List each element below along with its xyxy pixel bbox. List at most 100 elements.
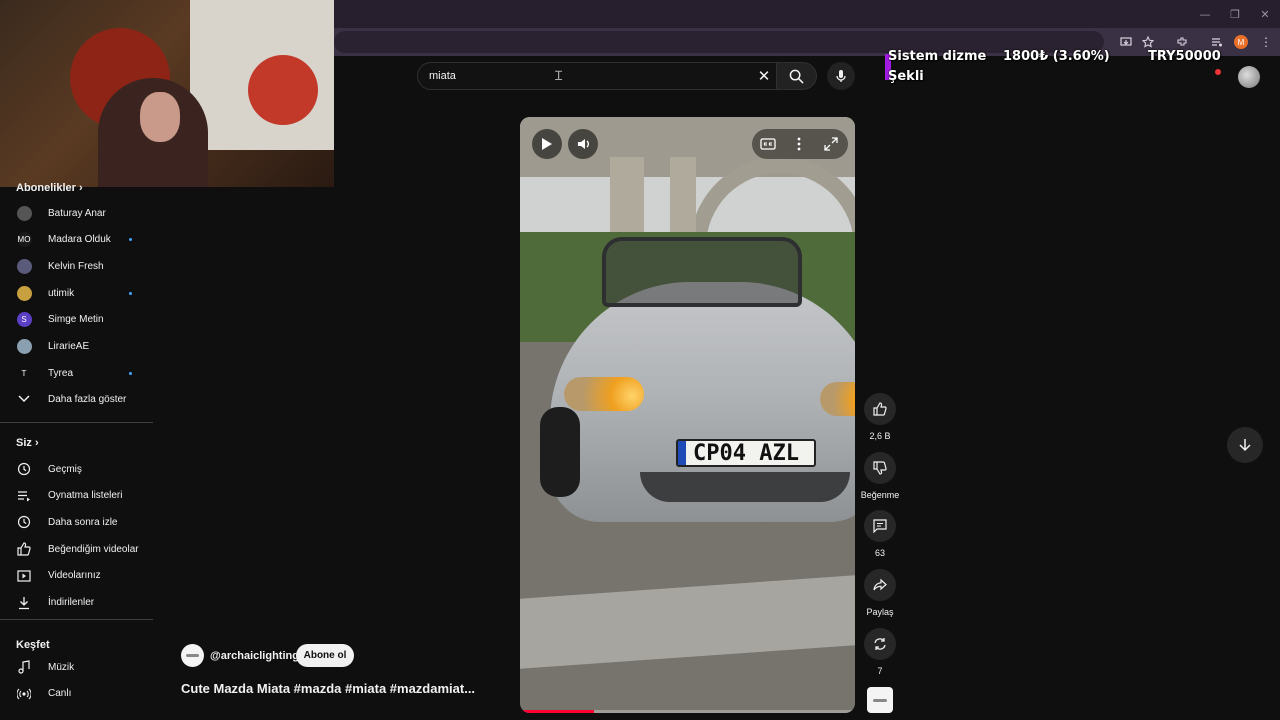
sidebar-divider bbox=[0, 422, 153, 423]
sidebar-channel-label: Baturay Anar bbox=[48, 207, 106, 219]
channel-avatar-initial: T bbox=[16, 365, 32, 381]
sidebar-item-label: Canlı bbox=[48, 688, 72, 700]
history-icon bbox=[16, 461, 32, 477]
sidebar-channel-item[interactable]: Kelvin Fresh bbox=[0, 253, 155, 279]
explore-heading: Keşfet bbox=[16, 639, 50, 651]
video-progress-bar[interactable] bbox=[520, 710, 855, 713]
shorts-video-player[interactable]: CP04 AZL bbox=[520, 117, 855, 713]
ticker-label-line1: Sistem dizme bbox=[888, 49, 987, 64]
sidebar-channel-item[interactable]: Baturay Anar bbox=[0, 200, 155, 226]
channel-avatar-initial bbox=[16, 258, 32, 274]
bookmark-star-icon[interactable] bbox=[1140, 34, 1156, 50]
channel-avatar-icon: MO bbox=[16, 232, 32, 248]
show-more-button[interactable]: Daha fazla göster bbox=[0, 386, 155, 412]
channel-avatar[interactable] bbox=[181, 644, 204, 667]
search-input[interactable]: miata bbox=[417, 62, 777, 90]
sidebar-item-liked[interactable]: Beğendiğim videolar bbox=[0, 536, 155, 562]
show-more-label: Daha fazla göster bbox=[48, 393, 127, 405]
new-content-dot bbox=[129, 371, 132, 375]
close-window-button[interactable]: ✕ bbox=[1250, 0, 1280, 28]
mute-button[interactable] bbox=[568, 129, 598, 159]
like-count: 2,6 B bbox=[869, 431, 891, 441]
captions-icon bbox=[760, 138, 776, 150]
window-controls: — ❐ ✕ bbox=[1190, 0, 1280, 28]
your-videos-icon bbox=[16, 568, 32, 584]
voice-search-button[interactable] bbox=[827, 62, 855, 90]
sidebar-item-label: İndirilenler bbox=[48, 597, 95, 608]
share-button[interactable] bbox=[864, 569, 896, 601]
comment-count: 63 bbox=[874, 548, 885, 558]
you-heading[interactable]: Siz › bbox=[16, 437, 39, 449]
new-content-dot bbox=[129, 238, 132, 242]
sound-thumbnail[interactable] bbox=[867, 687, 893, 713]
remix-action: 7 bbox=[863, 628, 897, 676]
like-action: 2,6 B bbox=[863, 393, 897, 441]
sidebar-item-download[interactable]: İndirilenler bbox=[0, 590, 155, 616]
sidebar-channel-label: LirarieAE bbox=[48, 341, 90, 352]
channel-avatar-initial bbox=[16, 285, 32, 301]
expand-icon bbox=[824, 137, 838, 151]
sidebar-item-your-videos[interactable]: Videolarınız bbox=[0, 563, 155, 589]
sidebar-item-live[interactable]: Canlı bbox=[0, 681, 155, 707]
clear-search-icon[interactable]: ✕ bbox=[755, 66, 773, 86]
sidebar-item-history[interactable]: Geçmiş bbox=[0, 456, 155, 482]
more-vert-icon bbox=[797, 137, 801, 151]
channel-avatar-icon: T bbox=[16, 365, 32, 381]
microphone-icon bbox=[836, 70, 846, 82]
install-app-icon[interactable] bbox=[1118, 34, 1134, 50]
ticker-goal: TRY50000 bbox=[1148, 49, 1221, 64]
sidebar-divider bbox=[0, 619, 153, 620]
liked-icon bbox=[16, 541, 32, 557]
address-bar[interactable] bbox=[334, 31, 1104, 53]
like-button[interactable] bbox=[864, 393, 896, 425]
thumbs-down-icon bbox=[873, 461, 887, 475]
chevron-down-icon bbox=[16, 391, 32, 407]
text-cursor-icon: Ɪ bbox=[555, 69, 563, 84]
search-query: miata bbox=[429, 70, 456, 82]
media-control-icon[interactable] bbox=[1209, 34, 1225, 50]
maximize-button[interactable]: ❐ bbox=[1220, 0, 1250, 28]
play-button[interactable] bbox=[532, 129, 562, 159]
search-icon bbox=[789, 69, 804, 84]
remix-button[interactable] bbox=[864, 628, 896, 660]
captions-button[interactable] bbox=[753, 129, 783, 159]
video-car-grille bbox=[640, 472, 850, 502]
sidebar-item-music[interactable]: Müzik bbox=[0, 654, 155, 680]
subscriptions-heading[interactable]: Abonelikler › bbox=[16, 182, 83, 194]
sidebar-channel-item[interactable]: S Simge Metin bbox=[0, 307, 155, 333]
channel-avatar-icon bbox=[16, 285, 32, 301]
sidebar-channel-item[interactable]: LirarieAE bbox=[0, 334, 155, 360]
channel-handle[interactable]: @archaiclighting bbox=[210, 650, 299, 662]
share-action: Paylaş bbox=[863, 569, 897, 617]
sidebar-channel-label: Kelvin Fresh bbox=[48, 260, 104, 272]
account-avatar[interactable] bbox=[1238, 66, 1260, 88]
channel-avatar-icon bbox=[16, 205, 32, 221]
extensions-icon[interactable] bbox=[1174, 34, 1190, 50]
dislike-action: Beğenme bbox=[861, 452, 899, 500]
comments-button[interactable] bbox=[864, 510, 896, 542]
dislike-button[interactable] bbox=[864, 452, 896, 484]
subscribe-button[interactable]: Abone ol bbox=[296, 644, 354, 667]
sidebar-channel-label: Madara Olduk bbox=[48, 234, 111, 246]
channel-avatar-initial: MO bbox=[16, 232, 32, 248]
streamer-face bbox=[140, 92, 180, 142]
ticker-label-line2: Şekli bbox=[888, 69, 924, 84]
video-title[interactable]: Cute Mazda Miata #mazda #miata #mazdamia… bbox=[181, 681, 475, 696]
more-options-button[interactable] bbox=[784, 129, 814, 159]
sidebar-channel-item[interactable]: T Tyrea bbox=[0, 360, 155, 386]
sidebar-item-watch-later[interactable]: Daha sonra izle bbox=[0, 509, 155, 535]
fullscreen-button[interactable] bbox=[816, 129, 846, 159]
minimize-button[interactable]: — bbox=[1190, 0, 1220, 28]
profile-avatar[interactable]: M bbox=[1234, 35, 1248, 49]
kebab-menu-icon[interactable]: ⋮ bbox=[1258, 34, 1274, 50]
sidebar-item-playlist[interactable]: Oynatma listeleri bbox=[0, 483, 155, 509]
search-button[interactable] bbox=[777, 62, 817, 90]
sidebar-channel-item[interactable]: MO Madara Olduk bbox=[0, 227, 155, 253]
sidebar-channel-item[interactable]: utimik bbox=[0, 280, 155, 306]
next-video-button[interactable] bbox=[1227, 427, 1263, 463]
sidebar-channel-label: Simge Metin bbox=[48, 314, 104, 326]
channel-avatar-initial bbox=[16, 339, 32, 354]
video-car-headlight bbox=[820, 382, 855, 416]
live-icon bbox=[16, 686, 32, 702]
volume-icon bbox=[578, 139, 589, 149]
